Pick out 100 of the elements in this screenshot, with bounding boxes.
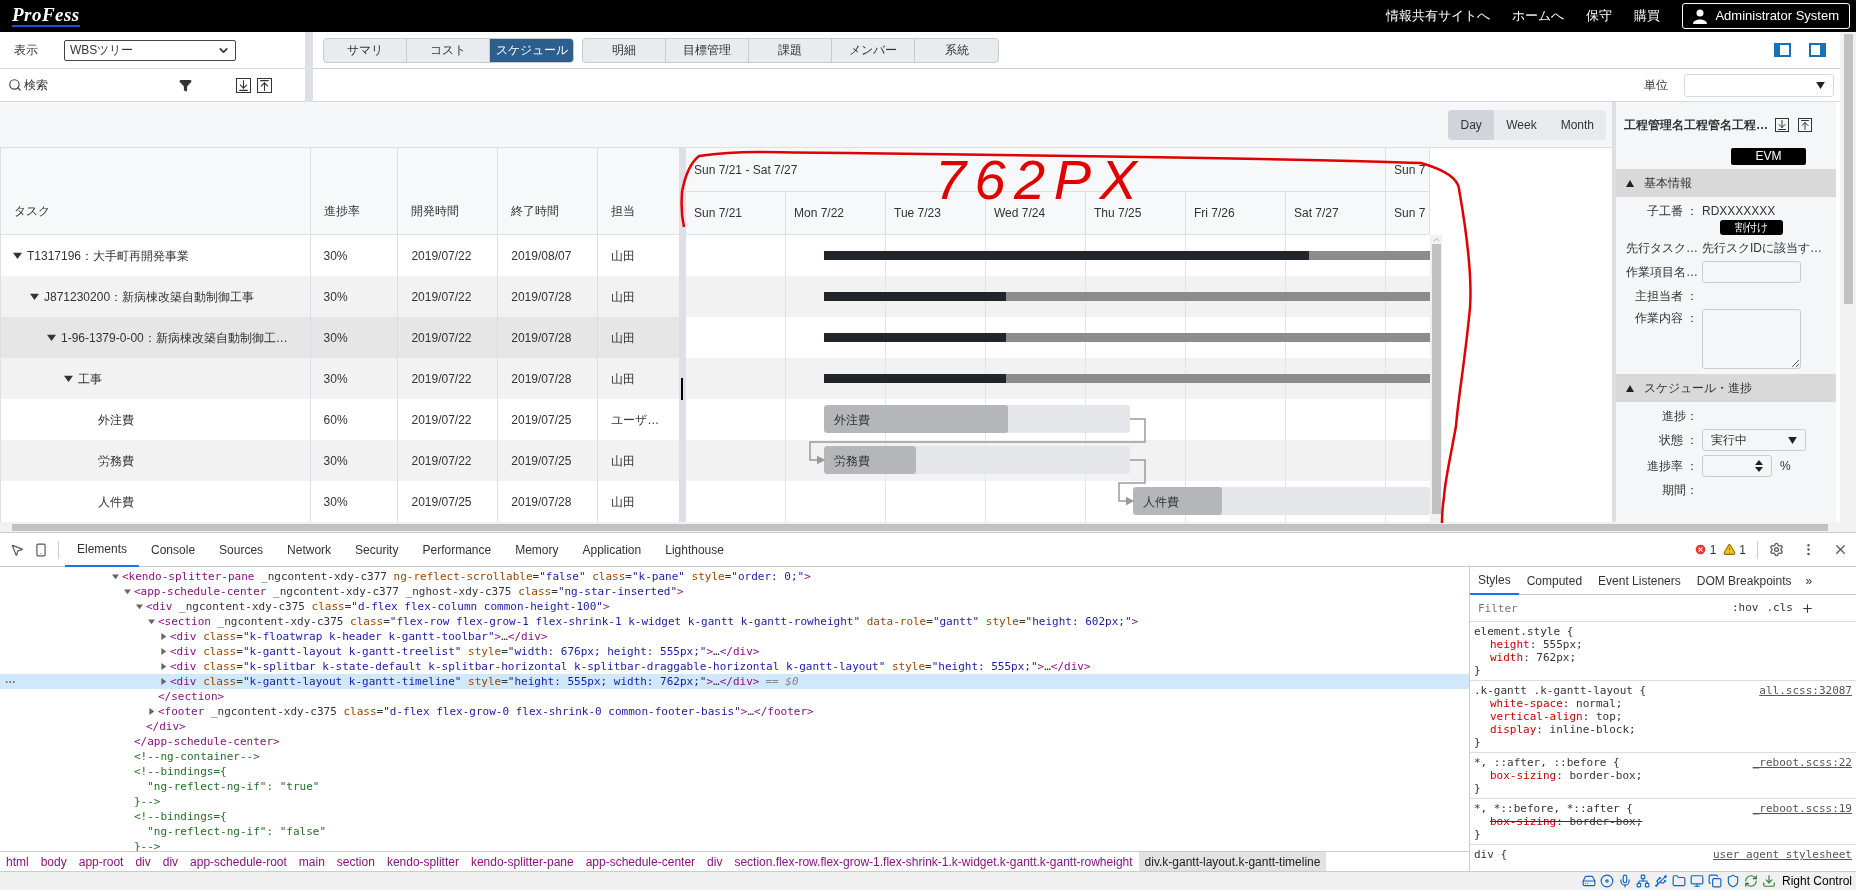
expand-arrow-icon[interactable] — [112, 573, 119, 580]
refresh-icon[interactable] — [1743, 874, 1758, 888]
collapse-all-icon[interactable] — [257, 77, 272, 93]
task-bar[interactable]: 労務費 — [824, 446, 1130, 474]
expand-arrow-icon[interactable] — [136, 603, 143, 610]
source-link[interactable]: _reboot.scss:22 — [1752, 756, 1852, 769]
css-property[interactable]: white-space: normal; — [1490, 697, 1623, 710]
dom-node[interactable]: <footer _ngcontent-xdy-c375 class="d-flex flex-grow-0 flex-shrink-0 common-footer-basis">…</footer> — [158, 704, 814, 719]
devtools-tab[interactable]: Memory — [503, 533, 571, 567]
dom-node[interactable]: <div class="k-gantt-layout k-gantt-timeline" style="height: 555px; width: 762px;">…</div> — [170, 674, 760, 689]
breadcrumb-item[interactable]: app-root — [72, 852, 130, 871]
number-field[interactable] — [1702, 455, 1772, 477]
task-row[interactable]: 工事 30% 2019/07/22 2019/07/28 山田 — [1, 358, 680, 399]
right-panel-icon[interactable] — [1809, 43, 1826, 57]
expand-arrow-icon[interactable] — [124, 588, 131, 595]
view-tab[interactable]: 明細 — [583, 38, 666, 62]
section-header[interactable]: 基本情報 — [1616, 169, 1836, 197]
page-scrollbar[interactable] — [1840, 32, 1856, 532]
dom-node[interactable]: <kendo-splitter-pane _ngcontent-xdy-c377 ng-reflect-scrollable="false" class="k-pane" style="order: 0;"> — [122, 569, 811, 584]
view-tab[interactable]: サマリ — [324, 38, 407, 62]
cls-toggle[interactable]: .cls — [1766, 599, 1793, 617]
expand-all-icon[interactable] — [236, 77, 251, 93]
microphone-icon[interactable] — [1617, 874, 1632, 888]
task-row[interactable]: 労務費 30% 2019/07/22 2019/07/25 山田 — [1, 440, 680, 481]
styles-tab[interactable]: Computed — [1518, 567, 1591, 595]
breadcrumb-item[interactable]: main — [292, 852, 331, 871]
task-row[interactable]: 1-96-1379-0-00：新病棟改築自動制御工… 30% 2019/07/22 2019/07/28 山田 — [1, 317, 680, 358]
breadcrumb-item[interactable]: kendo-splitter-pane — [464, 852, 580, 871]
view-tab[interactable]: メンバー — [832, 38, 915, 62]
dom-node[interactable]: <div class="k-gantt-layout k-gantt-treelist" style="width: 676px; height: 555px;">…</div> — [170, 644, 760, 659]
devtools-tab[interactable]: Lighthouse — [653, 533, 736, 567]
breadcrumb-item[interactable]: kendo-splitter — [380, 852, 465, 871]
expand-arrow-icon[interactable] — [30, 292, 39, 301]
more-tabs[interactable]: » — [1805, 571, 1813, 590]
collapse-arrow-icon[interactable] — [148, 708, 155, 715]
dom-node[interactable]: <app-schedule-center _ngcontent-xdy-c377 _nghost-xdy-c375 class="ng-star-inserted"> — [134, 584, 684, 599]
summary-bar[interactable] — [824, 292, 1430, 301]
hov-toggle[interactable]: :hov — [1732, 599, 1759, 617]
view-select[interactable]: WBSツリー — [64, 39, 236, 61]
user-button[interactable]: Administrator System — [1682, 3, 1850, 29]
styles-tab[interactable]: Styles — [1470, 567, 1519, 595]
breadcrumb-item[interactable]: body — [34, 852, 73, 871]
devtools-tab[interactable]: Sources — [207, 533, 276, 567]
expand-arrow-icon[interactable] — [148, 618, 155, 625]
task-bar[interactable]: 外注費 — [824, 405, 1130, 433]
devtools-tab[interactable]: Security — [343, 533, 411, 567]
devtools-tab[interactable]: Performance — [410, 533, 504, 567]
search-field[interactable]: 検索 — [24, 76, 144, 94]
evm-button[interactable]: EVM — [1731, 148, 1806, 165]
breadcrumb-item[interactable]: div.k-gantt-layout.k-gantt-timeline — [1138, 852, 1327, 871]
view-tab[interactable]: 目標管理 — [666, 38, 749, 62]
assign-tag[interactable]: 割付け — [1720, 220, 1783, 235]
expand-arrow-icon[interactable] — [13, 251, 22, 260]
usb-icon[interactable] — [1653, 874, 1668, 888]
css-property[interactable]: vertical-align: top; — [1490, 710, 1623, 723]
header-link[interactable]: 情報共有サイトへ — [1386, 6, 1491, 26]
breadcrumb-item[interactable]: section.flex-row.flex-grow-1.flex-shrink-1.k-widget.k-gantt.k-gantt-rowheight — [728, 852, 1139, 871]
breadcrumb-item[interactable]: div — [156, 852, 185, 871]
drive-icon[interactable] — [1581, 874, 1596, 888]
breadcrumb-item[interactable]: html — [0, 852, 35, 871]
column-header[interactable]: 開発時間 — [398, 148, 499, 234]
source-link[interactable]: user agent stylesheet — [1712, 848, 1852, 861]
view-tab[interactable]: スケジュール — [490, 38, 573, 62]
task-row[interactable]: J871230200：新病棟改築自動制御工事 30% 2019/07/22 2019/07/28 山田 — [1, 276, 680, 317]
styles-tab[interactable]: DOM Breakpoints — [1688, 567, 1800, 595]
summary-bar[interactable] — [824, 333, 1430, 342]
vertical-scrollbar[interactable] — [1430, 235, 1442, 522]
css-property[interactable]: height: 555px; — [1490, 638, 1583, 651]
settings-icon[interactable] — [1769, 542, 1784, 557]
disc-icon[interactable] — [1599, 874, 1614, 888]
scale-tab[interactable]: Week — [1494, 109, 1549, 140]
horizontal-scrollbar[interactable] — [0, 522, 1840, 532]
close-icon[interactable] — [1833, 542, 1848, 557]
spinner-arrows-icon[interactable] — [1755, 459, 1763, 473]
column-header[interactable]: タスク — [1, 148, 311, 234]
view-tab[interactable]: 系統 — [915, 38, 998, 62]
column-header[interactable]: 進捗率 — [310, 148, 399, 234]
summary-bar[interactable] — [824, 251, 1430, 260]
breadcrumb-item[interactable]: div — [129, 852, 157, 871]
dom-node[interactable]: <section _ngcontent-xdy-c375 class="flex-row flex-grow-1 flex-shrink-1 k-widget k-gantt k-gantt-rowheight" data-role="gantt" style="height: 602px;"> — [158, 614, 1139, 629]
css-property[interactable]: width: 762px; — [1490, 651, 1577, 664]
styles-tab[interactable]: Event Listeners — [1590, 567, 1689, 595]
splitter-handle[interactable] — [681, 378, 683, 400]
dom-node[interactable]: <div class="k-floatwrap k-header k-gantt-toolbar">…</div> — [170, 629, 548, 644]
scale-tab[interactable]: Month — [1548, 109, 1606, 140]
dom-node[interactable]: <div _ngcontent-xdy-c375 class="d-flex flex-column common-height-100"> — [146, 599, 610, 614]
left-panel-icon[interactable] — [1774, 43, 1791, 57]
devtools-tab[interactable]: Elements — [65, 533, 140, 567]
css-property[interactable]: box-sizing: border-box; — [1490, 769, 1643, 782]
dom-node[interactable]: <div class="k-splitbar k-state-default k-splitbar-horizontal k-splitbar-draggable-horizontal k-gantt-layout" style="height: 555px;">…</div> — [170, 659, 1091, 674]
expand-arrow-icon[interactable] — [47, 333, 56, 342]
input-field[interactable] — [1702, 261, 1801, 283]
inspect-icon[interactable] — [10, 542, 24, 557]
summary-bar[interactable] — [824, 374, 1430, 383]
view-tab[interactable]: 課題 — [749, 38, 832, 62]
folder-icon[interactable] — [1671, 874, 1686, 888]
download-icon[interactable] — [1775, 118, 1789, 132]
dom-comment[interactable]: <!--ng-container--> — [0, 749, 1469, 764]
breadcrumb-item[interactable]: app-schedule-center — [579, 852, 702, 871]
shield-icon[interactable] — [1725, 874, 1740, 888]
